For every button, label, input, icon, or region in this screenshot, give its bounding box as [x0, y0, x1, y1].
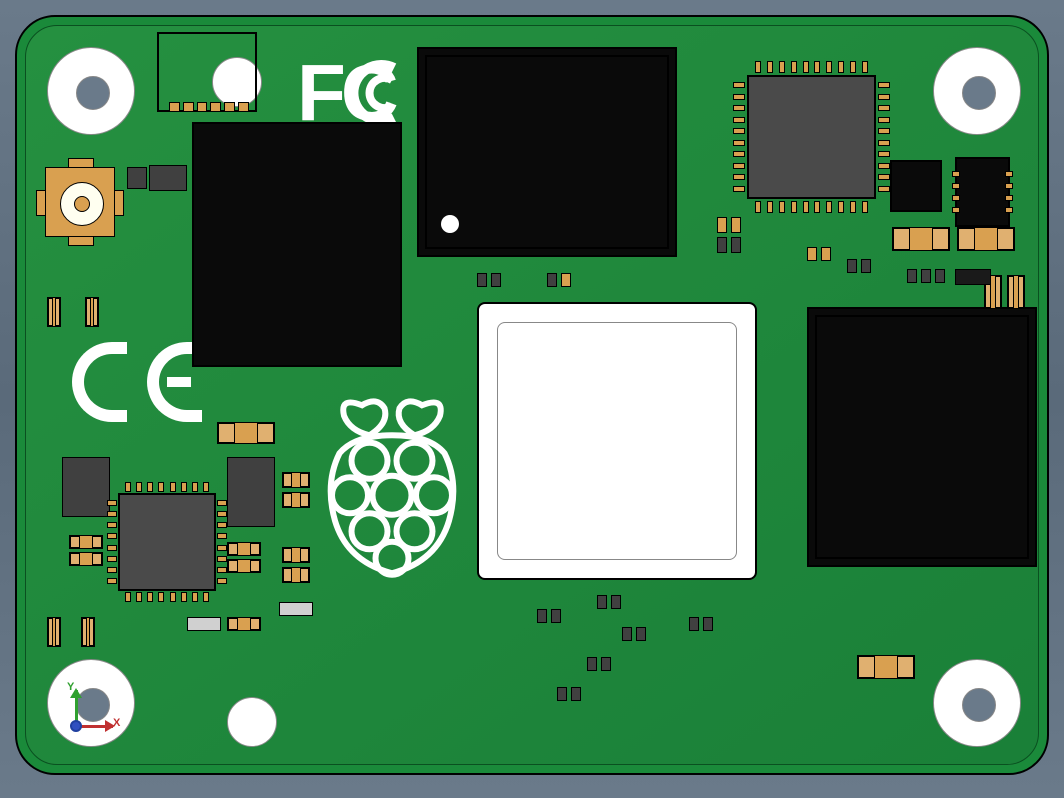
- smd-component-28: [821, 247, 831, 261]
- smd-component-23: [717, 217, 727, 233]
- smd-component-5: [81, 617, 95, 647]
- pin1-dot-icon: [441, 215, 459, 233]
- smd-component-24: [731, 217, 741, 233]
- smd-component-18: [857, 655, 915, 679]
- smd-component-46: [703, 617, 713, 631]
- smd-component-7: [282, 472, 310, 488]
- ram-chip: [417, 47, 677, 257]
- smd-component-34: [955, 269, 991, 285]
- axis-y-label: Y: [67, 681, 74, 693]
- capacitor-large-1: [62, 457, 110, 517]
- smd-component-44: [636, 627, 646, 641]
- smd-component-40: [611, 595, 621, 609]
- smd-component-47: [587, 657, 597, 671]
- mount-hole-tl: [47, 47, 135, 135]
- smd-component-27: [807, 247, 817, 261]
- smd-component-48: [601, 657, 611, 671]
- smd-component-41: [537, 609, 547, 623]
- small-ic-1: [890, 160, 942, 212]
- ce-marking: [72, 342, 202, 422]
- smd-component-17: [227, 617, 261, 631]
- smd-component-11: [69, 535, 103, 549]
- wifi-module-chip: [192, 122, 402, 367]
- regulator-ic: [112, 487, 222, 597]
- smd-component-49: [557, 687, 567, 701]
- smd-component-32: [921, 269, 931, 283]
- smd-component-39: [597, 595, 607, 609]
- smd-component-12: [69, 552, 103, 566]
- smd-component-4: [47, 617, 61, 647]
- smd-component-3: [85, 297, 99, 327]
- axis-triad-icon: Y X: [55, 695, 115, 755]
- smd-component-19: [892, 227, 950, 251]
- capacitor-large-2: [227, 457, 275, 527]
- smd-component-0: [127, 167, 147, 189]
- mount-hole-br: [933, 659, 1021, 747]
- fiducial-2: [227, 697, 277, 747]
- smd-component-16: [187, 617, 221, 631]
- smd-component-29: [847, 259, 857, 273]
- emmc-chip: [807, 307, 1037, 567]
- smd-component-25: [717, 237, 727, 253]
- smd-component-13: [227, 542, 261, 556]
- smd-component-22: [1007, 275, 1025, 309]
- smd-component-45: [689, 617, 699, 631]
- smd-component-31: [907, 269, 917, 283]
- smd-component-8: [282, 492, 310, 508]
- smd-component-33: [935, 269, 945, 283]
- smd-component-2: [47, 297, 61, 327]
- smd-component-37: [547, 273, 557, 287]
- soc-shield: [477, 302, 757, 580]
- small-ic-2: [955, 157, 1010, 227]
- smd-component-1: [149, 165, 187, 191]
- smd-component-36: [491, 273, 501, 287]
- smd-component-14: [227, 559, 261, 573]
- smd-component-43: [622, 627, 632, 641]
- smd-component-9: [282, 547, 310, 563]
- smd-component-42: [551, 609, 561, 623]
- mount-hole-tr: [933, 47, 1021, 135]
- smd-component-6: [217, 422, 275, 444]
- smd-component-38: [561, 273, 571, 287]
- smd-component-26: [731, 237, 741, 253]
- pcb-board: FC: [15, 15, 1049, 775]
- smd-component-10: [282, 567, 310, 583]
- smd-component-50: [571, 687, 581, 701]
- pmic-chip: [739, 67, 884, 207]
- antenna-shield-outline: [157, 32, 257, 112]
- smd-component-15: [279, 602, 313, 616]
- smd-component-30: [861, 259, 871, 273]
- smd-component-20: [957, 227, 1015, 251]
- smd-component-35: [477, 273, 487, 287]
- ufl-antenna-connector: [45, 167, 115, 237]
- axis-x-label: X: [113, 717, 120, 729]
- raspberry-pi-logo-icon: [317, 392, 467, 582]
